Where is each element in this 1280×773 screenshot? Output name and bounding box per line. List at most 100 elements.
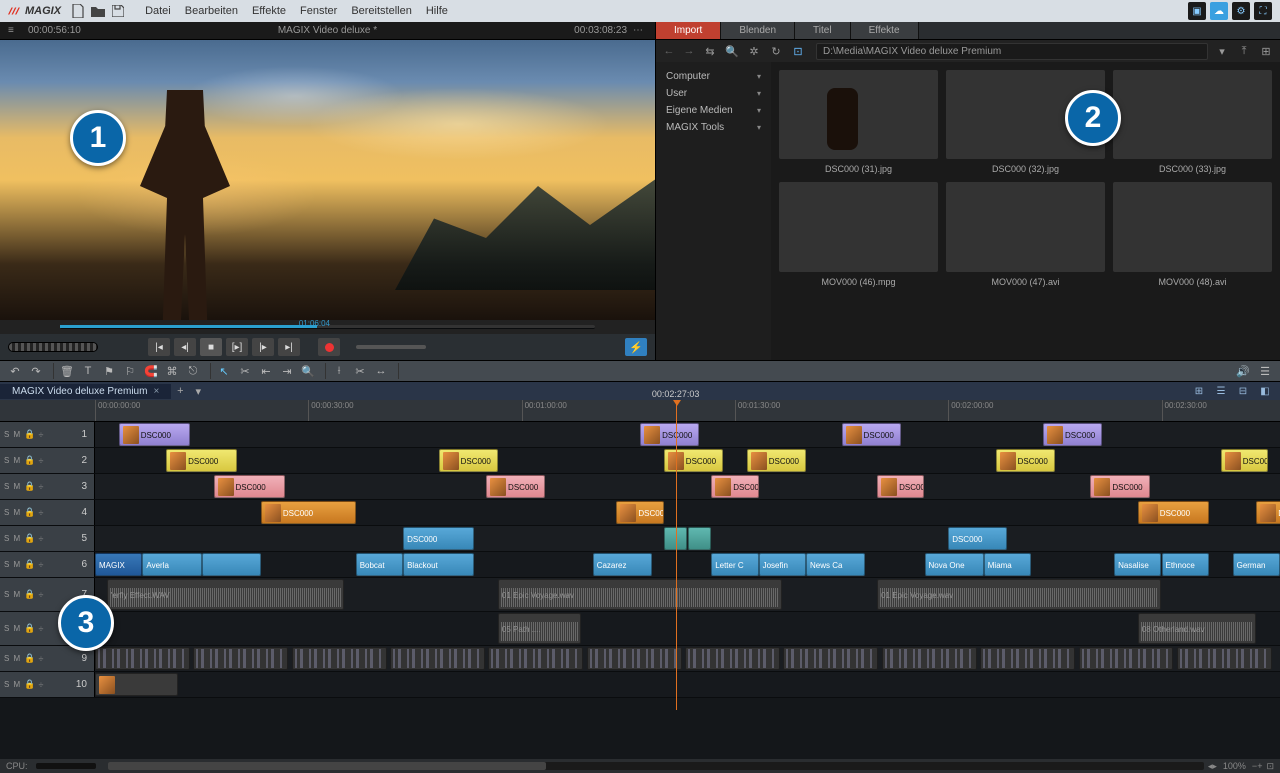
timeline-clip[interactable] — [688, 527, 712, 550]
split-icon[interactable]: ✂ — [351, 363, 369, 379]
timeline-clip[interactable]: Nasalise — [1114, 553, 1161, 576]
track-lock-icon[interactable]: 🔒 — [24, 507, 35, 518]
select-tool-icon[interactable]: ↖ — [215, 363, 233, 379]
record-button[interactable] — [318, 338, 340, 356]
timeline-clip[interactable]: DSC000 — [711, 475, 758, 498]
track-fx-icon[interactable]: ÷ — [38, 508, 43, 518]
path-field[interactable]: D:\Media\MAGIX Video deluxe Premium — [816, 43, 1208, 60]
track-fx-icon[interactable]: ÷ — [38, 654, 43, 664]
tree-node-computer[interactable]: Computer▾ — [660, 68, 767, 85]
track-lock-icon[interactable]: 🔒 — [24, 653, 35, 664]
preview-scrubber[interactable]: 01:06:04 — [0, 320, 655, 334]
track-lock-icon[interactable]: 🔒 — [24, 559, 35, 570]
menu-datei[interactable]: Datei — [145, 5, 171, 17]
timeline-clip[interactable]: DSC000 — [119, 423, 190, 446]
track-solo-mute[interactable]: S M — [4, 654, 21, 663]
store-icon[interactable]: ▣ — [1188, 2, 1206, 20]
track-solo-mute[interactable]: S M — [4, 482, 21, 491]
nav-forward-icon[interactable]: → — [682, 45, 696, 57]
playhead[interactable] — [676, 400, 677, 710]
track-fx-icon[interactable]: ÷ — [38, 680, 43, 690]
timeline-clip[interactable]: DSC000 — [166, 449, 237, 472]
timeline-clip[interactable]: 'erfly Effect.WAV — [107, 579, 344, 610]
track-lane[interactable]: MAGIXAverlaBobcatBlackoutCazarezLetter C… — [95, 552, 1280, 577]
track-header[interactable]: S M 🔒 ÷ 1 — [0, 422, 95, 447]
timeline-clip[interactable]: DSC000 — [439, 449, 498, 472]
jog-wheel[interactable] — [8, 342, 98, 352]
zoom-level[interactable]: 100% — [1217, 761, 1252, 771]
timeline-clip[interactable] — [390, 647, 485, 670]
tree-node-eigene-medien[interactable]: Eigene Medien▾ — [660, 102, 767, 119]
play-button[interactable]: [▸] — [226, 338, 248, 356]
timeline-clip[interactable] — [488, 647, 583, 670]
prev-frame-button[interactable]: ◂| — [174, 338, 196, 356]
view-multicam-icon[interactable]: ⊟ — [1234, 384, 1252, 398]
timeline-clip[interactable] — [292, 647, 387, 670]
timeline-clip[interactable]: DSC000 — [664, 449, 723, 472]
tab-titel[interactable]: Titel — [795, 22, 851, 39]
gear-icon[interactable]: ✲ — [746, 45, 762, 58]
track-solo-mute[interactable]: S M — [4, 680, 21, 689]
menu-bearbeiten[interactable]: Bearbeiten — [185, 5, 238, 17]
next-frame-button[interactable]: |▸ — [252, 338, 274, 356]
goto-end-button[interactable]: ▸| — [278, 338, 300, 356]
tree-node-user[interactable]: User▾ — [660, 85, 767, 102]
timeline-clip[interactable]: Miama — [984, 553, 1031, 576]
ungroup-icon[interactable]: ⎋ — [184, 363, 202, 379]
track-header[interactable]: S M 🔒 ÷ 2 — [0, 448, 95, 473]
project-tab[interactable]: MAGIX Video deluxe Premium × — [0, 384, 171, 399]
menu-effekte[interactable]: Effekte — [252, 5, 286, 17]
project-tab-dropdown[interactable]: ▾ — [189, 385, 207, 398]
timeline-clip[interactable] — [193, 647, 288, 670]
track-header[interactable]: S M 🔒 ÷ 10 — [0, 672, 95, 697]
close-tab-icon[interactable]: × — [153, 386, 159, 397]
search-icon[interactable]: 🔍 — [724, 45, 740, 58]
title-icon[interactable]: T — [79, 363, 97, 379]
snap-icon[interactable]: 🧲 — [142, 363, 160, 379]
track-fx-icon[interactable]: ÷ — [38, 482, 43, 492]
timeline-clip[interactable]: DSC000 — [261, 501, 356, 524]
timeline-clip[interactable] — [95, 673, 178, 696]
timeline-clip[interactable] — [882, 647, 977, 670]
track-header[interactable]: S M 🔒 ÷ 4 — [0, 500, 95, 525]
track-fx-icon[interactable]: ÷ — [38, 456, 43, 466]
upload-icon[interactable]: ⤒ — [1236, 45, 1252, 58]
cut-tool-icon[interactable]: ✂ — [236, 363, 254, 379]
timeline-clip[interactable]: DSC000 — [842, 423, 901, 446]
track-header[interactable]: S M 🔒 ÷ 3 — [0, 474, 95, 499]
preview-menu-icon[interactable]: ≡ — [8, 25, 22, 36]
track-lane[interactable] — [95, 646, 1280, 671]
tree-toggle-icon[interactable]: ⇆ — [702, 45, 718, 58]
timeline-clip[interactable]: 01 Epic Voyage.wav — [498, 579, 782, 610]
horizontal-scrollbar[interactable] — [108, 762, 1204, 770]
timeline-clip[interactable]: Cazarez — [593, 553, 652, 576]
track-solo-mute[interactable]: S M — [4, 560, 21, 569]
timeline-clip[interactable] — [587, 647, 682, 670]
track-lock-icon[interactable]: 🔒 — [24, 589, 35, 600]
view-storyboard-icon[interactable]: ⊞ — [1190, 384, 1208, 398]
delete-icon[interactable]: 🗑 — [58, 363, 76, 379]
media-thumbnail[interactable]: MOV000 (48).avi — [1113, 182, 1272, 286]
marker-icon[interactable]: ⚑ — [100, 363, 118, 379]
trim-out-icon[interactable]: ⇥ — [278, 363, 296, 379]
timeline-clip[interactable]: DSC000 — [1256, 501, 1280, 524]
track-solo-mute[interactable]: S M — [4, 430, 21, 439]
gear-icon[interactable]: ⚙ — [1232, 2, 1250, 20]
track-fx-icon[interactable]: ÷ — [38, 560, 43, 570]
track-lane[interactable]: DSC000DSC000DSC000DSC000DSC000 — [95, 474, 1280, 499]
timeline-clip[interactable]: DSC000 — [616, 501, 663, 524]
timeline-options-icon[interactable]: ☰ — [1256, 363, 1274, 379]
timeline-clip[interactable]: DSC000 — [747, 449, 806, 472]
timeline-clip[interactable] — [95, 647, 190, 670]
zoom-fit-icon[interactable]: ⊡ — [1266, 761, 1274, 772]
timeline-clip[interactable]: DSC000 — [403, 527, 474, 550]
track-fx-icon[interactable]: ÷ — [38, 590, 43, 600]
timeline-clip[interactable]: DSC000 — [1221, 449, 1268, 472]
track-solo-mute[interactable]: S M — [4, 508, 21, 517]
timeline-clip[interactable]: DSC000 — [214, 475, 285, 498]
menu-fenster[interactable]: Fenster — [300, 5, 337, 17]
track-lane[interactable]: DSC000DSC000DSC000DSC000 — [95, 500, 1280, 525]
timeline-clip[interactable]: Blackout — [403, 553, 474, 576]
track-lane[interactable]: DSC000DSC000 — [95, 526, 1280, 551]
drive-icon[interactable]: ⊡ — [790, 45, 806, 58]
